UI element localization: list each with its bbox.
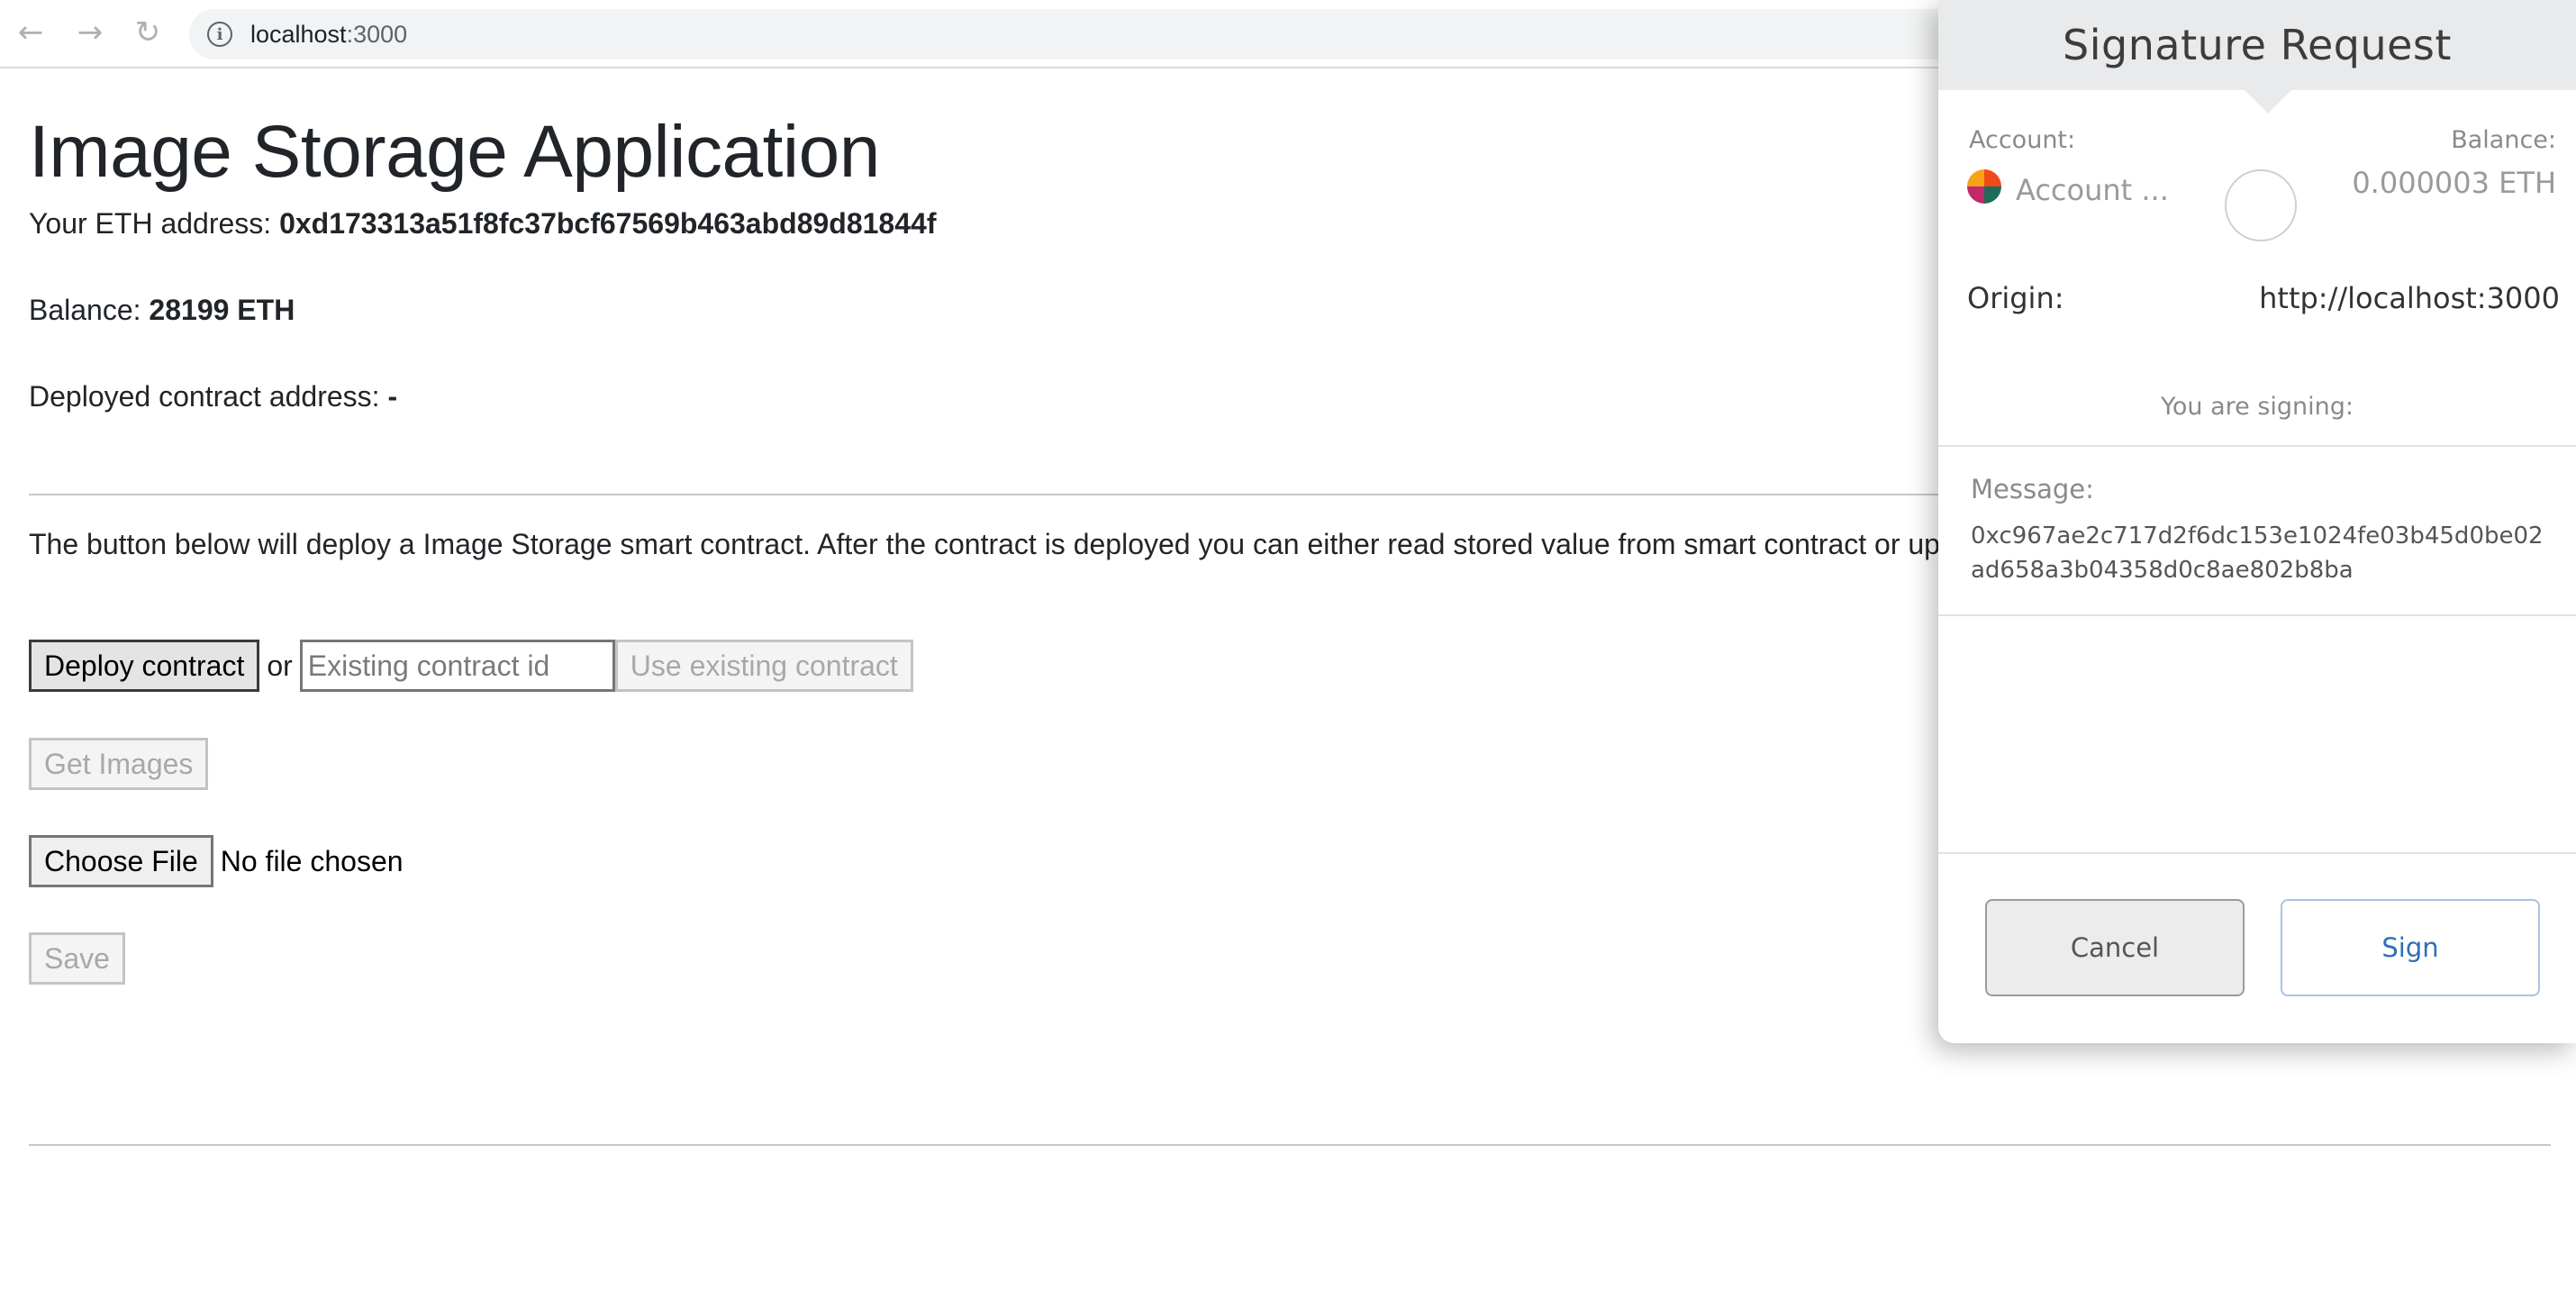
get-images-row: Get Images xyxy=(29,738,209,790)
eth-address-value: 0xd173313a51f8fc37bcf67569b463abd89d8184… xyxy=(279,207,937,240)
popup-divider xyxy=(1938,445,2576,447)
message-value: 0xc967ae2c717d2f6dc153e1024fe03b45d0be02… xyxy=(1971,522,2544,584)
account-avatar xyxy=(1967,169,2001,204)
balance-line: Balance: 28199 ETH xyxy=(29,294,295,327)
contract-address-label: Deployed contract address: xyxy=(29,380,388,413)
popup-divider xyxy=(1938,852,2576,854)
choose-file-button[interactable]: Choose File xyxy=(29,835,213,887)
account-label: Account: xyxy=(1969,126,2076,154)
popup-balance-value: 0.000003 ETH xyxy=(2352,166,2556,200)
page-title: Image Storage Application xyxy=(29,111,880,193)
origin-label: Origin: xyxy=(1967,281,2064,315)
popup-divider xyxy=(1938,614,2576,616)
reload-icon[interactable]: ↻ xyxy=(130,14,166,50)
deploy-contract-button[interactable]: Deploy contract xyxy=(29,640,260,692)
message-label: Message: xyxy=(1971,474,2094,504)
eth-address-line: Your ETH address: 0xd173313a51f8fc37bcf6… xyxy=(29,207,936,241)
contract-address-value: - xyxy=(387,380,398,413)
popup-balance-label: Balance: xyxy=(2451,126,2556,154)
eth-address-label: Your ETH address: xyxy=(29,207,280,240)
signature-request-popup: Signature Request Account: Balance: Acco… xyxy=(1938,0,2576,1043)
forward-arrow-icon[interactable]: → xyxy=(72,14,108,50)
popup-title: Signature Request xyxy=(2063,21,2452,69)
cancel-button[interactable]: Cancel xyxy=(1985,899,2245,996)
balance-value: 28199 ETH xyxy=(149,294,295,326)
save-button[interactable]: Save xyxy=(29,932,125,985)
deploy-row: Deploy contract or Existing contract id … xyxy=(29,640,913,692)
file-picker-row: Choose File No file chosen xyxy=(29,835,404,887)
account-name: Account ... xyxy=(2016,173,2169,207)
bottom-divider xyxy=(29,1144,2551,1146)
file-status: No file chosen xyxy=(220,844,404,877)
get-images-button[interactable]: Get Images xyxy=(29,738,209,790)
back-arrow-icon[interactable]: ← xyxy=(13,14,49,50)
contract-id-input[interactable]: Existing contract id xyxy=(299,640,615,692)
balance-label: Balance: xyxy=(29,294,150,326)
use-existing-contract-button[interactable]: Use existing contract xyxy=(614,640,913,692)
origin-value: http://localhost:3000 xyxy=(2259,281,2560,315)
sign-button[interactable]: Sign xyxy=(2281,899,2540,996)
save-row: Save xyxy=(29,932,125,985)
signing-label: You are signing: xyxy=(2160,393,2354,421)
url-host: localhost xyxy=(250,20,347,48)
contract-address-line: Deployed contract address: - xyxy=(29,380,397,413)
url-port: :3000 xyxy=(346,20,408,48)
popup-header: Signature Request xyxy=(1938,0,2576,90)
header-pointer xyxy=(2245,90,2291,114)
site-info-icon[interactable]: i xyxy=(207,22,232,47)
origin-identicon xyxy=(2225,169,2297,241)
or-label: or xyxy=(267,649,293,682)
